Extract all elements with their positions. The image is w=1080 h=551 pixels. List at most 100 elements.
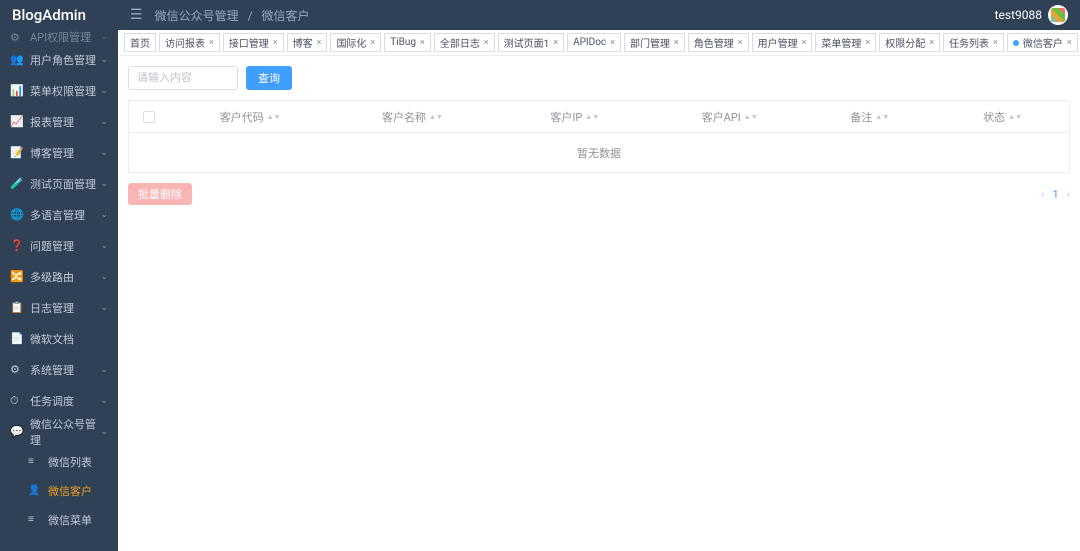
sort-icon[interactable]: ▲▼	[429, 115, 443, 119]
chevron-down-icon: ⌄	[100, 396, 108, 406]
close-icon[interactable]: ×	[802, 38, 807, 48]
sidebar-item-reports[interactable]: 📈 报表管理 ⌄	[0, 106, 118, 137]
sidebar-item-label: 微软文档	[30, 331, 108, 347]
column-customer-api[interactable]: 客户API▲▼	[656, 101, 804, 132]
close-icon[interactable]: ×	[209, 38, 214, 48]
pagination-prev[interactable]: ‹	[1041, 188, 1044, 201]
sidebar-item-issues[interactable]: ❓ 问题管理 ⌄	[0, 230, 118, 261]
tab-blog[interactable]: 博客×	[287, 33, 328, 52]
close-icon[interactable]: ×	[1067, 38, 1072, 48]
sort-icon[interactable]: ▲▼	[585, 115, 599, 119]
sidebar-item-label: 博客管理	[30, 145, 100, 161]
sidebar-item-wechat[interactable]: 💬 微信公众号管理 ⌄	[0, 416, 118, 447]
close-icon[interactable]: ×	[993, 38, 998, 48]
tab-api-manage[interactable]: 接口管理×	[223, 33, 284, 52]
tab-home[interactable]: 首页	[124, 33, 156, 52]
gear-icon: ⚙	[10, 363, 24, 376]
search-row: 查询	[128, 66, 1070, 90]
close-icon[interactable]: ×	[420, 38, 425, 48]
sidebar-subitem-label: 微信列表	[48, 454, 92, 470]
table-header: 客户代码▲▼ 客户名称▲▼ 客户IP▲▼ 客户API▲▼ 备注▲▼ 状态▲▼	[129, 101, 1069, 133]
sidebar-item-test-pages[interactable]: 🧪 测试页面管理 ⌄	[0, 168, 118, 199]
app-logo: BlogAdmin	[0, 0, 118, 30]
sort-icon[interactable]: ▲▼	[267, 115, 281, 119]
sidebar-item-menu-permission[interactable]: 📊 菜单权限管理 ⌄	[0, 75, 118, 106]
sidebar-item-routes[interactable]: 🔀 多级路由 ⌄	[0, 261, 118, 292]
list-icon: ≡	[28, 456, 42, 467]
column-status[interactable]: 状态▲▼	[936, 101, 1069, 132]
column-customer-name[interactable]: 客户名称▲▼	[331, 101, 493, 132]
breadcrumb-current: 微信客户	[262, 9, 310, 23]
sidebar-item-label: 测试页面管理	[30, 176, 100, 192]
search-input[interactable]	[128, 66, 238, 90]
chevron-down-icon: ⌄	[100, 32, 108, 42]
question-icon: ❓	[10, 239, 24, 252]
user-menu[interactable]: test9088	[995, 5, 1068, 25]
sidebar-item-logs[interactable]: 📋 日志管理 ⌄	[0, 292, 118, 323]
tab-permission[interactable]: 权限分配×	[879, 33, 940, 52]
sort-icon[interactable]: ▲▼	[744, 115, 758, 119]
close-icon[interactable]: ×	[317, 38, 322, 48]
sidebar-item-label: 任务调度	[30, 393, 100, 409]
tab-apidoc[interactable]: APIDoc×	[567, 33, 621, 52]
sidebar-item-api-permission[interactable]: ⚙ API权限管理 ⌄	[0, 30, 118, 44]
tab-test-page1[interactable]: 测试页面1×	[498, 33, 564, 52]
sidebar-item-system[interactable]: ⚙ 系统管理 ⌄	[0, 354, 118, 385]
close-icon[interactable]: ×	[929, 38, 934, 48]
sidebar-subitem-label: 微信客户	[48, 483, 92, 499]
select-all-checkbox[interactable]	[143, 111, 155, 123]
breadcrumb: 微信公众号管理 / 微信客户	[155, 7, 995, 24]
bulk-delete-button[interactable]: 批量删除	[128, 183, 192, 205]
tab-wechat-customer[interactable]: 微信客户×	[1007, 33, 1078, 52]
tab-task-list[interactable]: 任务列表×	[943, 33, 1004, 52]
close-icon[interactable]: ×	[484, 38, 489, 48]
sidebar-item-i18n[interactable]: 🌐 多语言管理 ⌄	[0, 199, 118, 230]
sidebar-item-user-role[interactable]: 👥 用户角色管理 ⌄	[0, 44, 118, 75]
tab-i18n[interactable]: 国际化×	[330, 33, 381, 52]
active-dot-icon	[1013, 40, 1019, 46]
sort-icon[interactable]: ▲▼	[875, 115, 889, 119]
close-icon[interactable]: ×	[553, 38, 558, 48]
sort-icon[interactable]: ▲▼	[1008, 115, 1022, 119]
column-customer-code[interactable]: 客户代码▲▼	[169, 101, 331, 132]
breadcrumb-item[interactable]: 微信公众号管理	[155, 9, 239, 23]
chart-icon: 📊	[10, 84, 24, 97]
route-icon: 🔀	[10, 270, 24, 283]
sidebar-item-label: 多语言管理	[30, 207, 100, 223]
pagination-next[interactable]: ›	[1067, 188, 1070, 201]
close-icon[interactable]: ×	[674, 38, 679, 48]
action-row: 批量删除 ‹ 1 ›	[128, 183, 1070, 205]
menu-toggle-icon[interactable]: ☰	[130, 7, 143, 23]
sidebar-item-label: 用户角色管理	[30, 52, 100, 68]
globe-icon: 🌐	[10, 208, 24, 221]
tab-role[interactable]: 角色管理×	[688, 33, 749, 52]
sidebar-item-tasks[interactable]: ⏱ 任务调度 ⌄	[0, 385, 118, 416]
tab-menu[interactable]: 菜单管理×	[815, 33, 876, 52]
tab-visit-report[interactable]: 访问报表×	[159, 33, 220, 52]
close-icon[interactable]: ×	[738, 38, 743, 48]
sidebar-subitem-wechat-menu[interactable]: ≡ 微信菜单	[0, 505, 118, 534]
wechat-icon: 💬	[10, 425, 24, 438]
tab-tibug[interactable]: TiBug×	[384, 33, 431, 52]
data-table: 客户代码▲▼ 客户名称▲▼ 客户IP▲▼ 客户API▲▼ 备注▲▼ 状态▲▼ 暂…	[128, 100, 1070, 173]
column-remark[interactable]: 备注▲▼	[803, 101, 936, 132]
sidebar-item-blog[interactable]: 📝 博客管理 ⌄	[0, 137, 118, 168]
chevron-down-icon: ⌄	[100, 86, 108, 96]
close-icon[interactable]: ×	[610, 38, 615, 48]
sidebar-subitem-wechat-customer[interactable]: 👤 微信客户	[0, 476, 118, 505]
search-button[interactable]: 查询	[246, 66, 292, 90]
sidebar-subitem-wechat-list[interactable]: ≡ 微信列表	[0, 447, 118, 476]
column-customer-ip[interactable]: 客户IP▲▼	[494, 101, 656, 132]
close-icon[interactable]: ×	[273, 38, 278, 48]
tab-dept[interactable]: 部门管理×	[624, 33, 685, 52]
pagination-page-1[interactable]: 1	[1053, 188, 1059, 201]
tab-user[interactable]: 用户管理×	[752, 33, 813, 52]
sidebar-item-msdoc[interactable]: 📄 微软文档	[0, 323, 118, 354]
tab-all-logs[interactable]: 全部日志×	[434, 33, 495, 52]
close-icon[interactable]: ×	[370, 38, 375, 48]
doc-icon: 📄	[10, 332, 24, 345]
flask-icon: 🧪	[10, 177, 24, 190]
sidebar-item-label: 菜单权限管理	[30, 83, 100, 99]
close-icon[interactable]: ×	[865, 38, 870, 48]
tabs-bar: 首页 访问报表× 接口管理× 博客× 国际化× TiBug× 全部日志× 测试页…	[118, 30, 1080, 56]
